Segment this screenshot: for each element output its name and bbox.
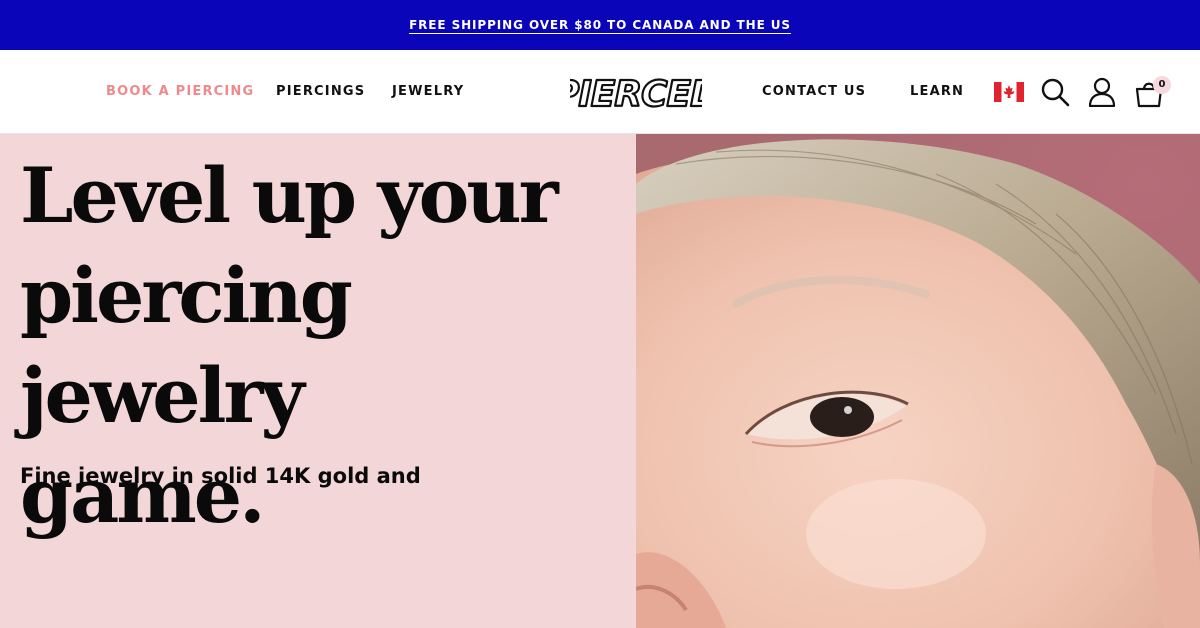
announcement-bar: FREE SHIPPING OVER $80 TO CANADA AND THE… xyxy=(0,0,1200,50)
headline-line-1: Level up your xyxy=(20,151,559,240)
hero-subtext: Fine jewelry in solid 14K gold and xyxy=(20,464,421,488)
free-shipping-link[interactable]: FREE SHIPPING OVER $80 TO CANADA AND THE… xyxy=(409,18,791,32)
nav-learn[interactable]: LEARN xyxy=(910,84,964,99)
pierced-logo[interactable]: PIERCED xyxy=(570,70,702,114)
cart-count-badge: 0 xyxy=(1153,76,1171,94)
hero-photo xyxy=(636,134,1200,628)
nav-contact-us[interactable]: CONTACT US xyxy=(762,84,866,99)
headline-line-2: piercing jewelry xyxy=(20,251,353,440)
user-icon[interactable] xyxy=(1088,77,1116,108)
nav-jewelry[interactable]: JEWELRY xyxy=(392,84,464,99)
search-icon[interactable] xyxy=(1040,77,1070,107)
nav-book-a-piercing[interactable]: BOOK A PIERCING xyxy=(106,84,254,99)
canada-flag-icon[interactable] xyxy=(994,82,1024,102)
main-navigation: BOOK A PIERCING PIERCINGS JEWELRY PIERCE… xyxy=(0,50,1200,134)
svg-text:PIERCED: PIERCED xyxy=(570,74,702,114)
headline-line-3: game. xyxy=(20,451,266,540)
nav-piercings[interactable]: PIERCINGS xyxy=(276,84,365,99)
